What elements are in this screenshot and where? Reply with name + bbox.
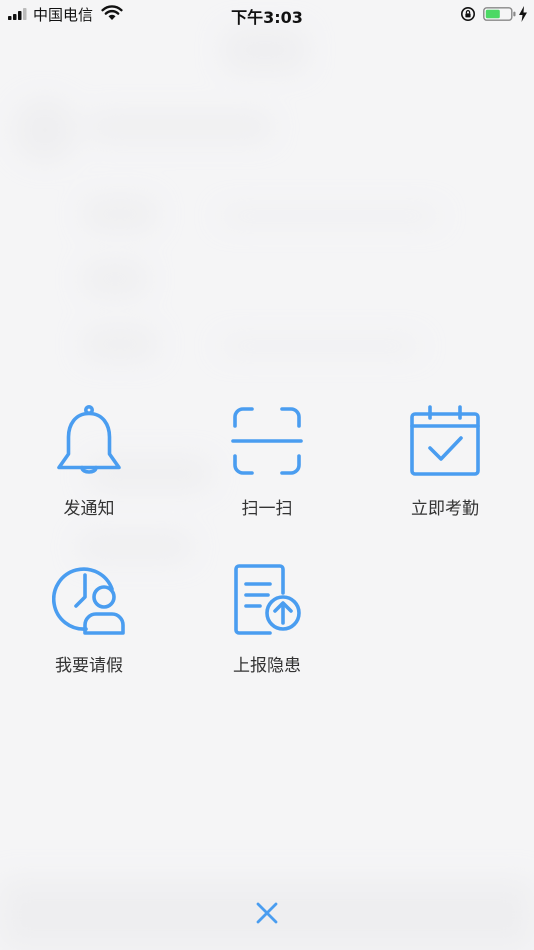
report-hazard-button[interactable]: 上报隐患 [178, 561, 356, 676]
close-icon [256, 902, 278, 924]
attendance-button[interactable]: 立即考勤 [356, 404, 534, 519]
battery-icon [483, 7, 516, 21]
scan-label: 扫一扫 [241, 499, 293, 519]
leave-request-label: 我要请假 [55, 656, 123, 676]
report-upload-icon [234, 564, 301, 635]
notify-label: 发通知 [63, 499, 115, 519]
report-hazard-label: 上报隐患 [233, 656, 301, 676]
clock-person-icon [52, 567, 125, 635]
status-bar: 中国电信 下午3:03 [0, 0, 534, 28]
calendar-check-icon [410, 405, 480, 476]
scan-icon [231, 407, 303, 475]
orientation-lock-icon [461, 7, 475, 21]
status-time: 下午3:03 [231, 8, 303, 27]
notify-button[interactable]: 发通知 [0, 404, 178, 519]
bell-icon [57, 404, 121, 474]
scan-button[interactable]: 扫一扫 [178, 404, 356, 519]
close-button[interactable] [247, 893, 287, 933]
attendance-label: 立即考勤 [411, 499, 479, 519]
charging-icon [519, 6, 527, 22]
leave-request-button[interactable]: 我要请假 [0, 561, 178, 676]
